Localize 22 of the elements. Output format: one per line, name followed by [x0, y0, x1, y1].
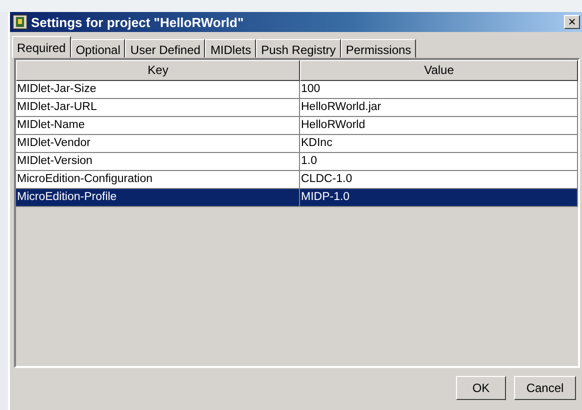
tab[interactable]: Required [12, 36, 71, 58]
table-cell: MicroEdition-Profile [16, 189, 300, 207]
app-icon [12, 14, 28, 30]
column-header[interactable]: Value [300, 60, 578, 81]
table-row[interactable]: MIDlet-Jar-URL HelloRWorld.jar [16, 99, 578, 117]
dialog-button[interactable]: OK [456, 376, 506, 400]
tab[interactable]: Push Registry [256, 39, 341, 58]
dialog-button[interactable]: Cancel [514, 376, 576, 400]
table-row[interactable]: MicroEdition-Configuration CLDC-1.0 [16, 171, 578, 189]
table-row[interactable]: MicroEdition-Profile MIDP-1.0 [16, 189, 578, 207]
tab[interactable]: Permissions [340, 39, 416, 58]
window-title: Settings for project "HelloRWorld" [31, 14, 245, 30]
tab[interactable]: Optional [70, 39, 126, 58]
close-button[interactable]: × [564, 15, 580, 29]
column-header[interactable]: Key [16, 60, 300, 81]
table-row[interactable]: MIDlet-Version 1.0 [16, 153, 578, 171]
table-row[interactable]: MIDlet-Name HelloRWorld [16, 117, 578, 135]
table-row[interactable]: MIDlet-Jar-Size 100 [16, 81, 578, 99]
table-row[interactable]: MIDlet-Vendor KDInc [16, 135, 578, 153]
tab[interactable]: User Defined [125, 39, 206, 58]
table-cell: MIDP-1.0 [300, 189, 578, 207]
tab[interactable]: MIDlets [205, 39, 256, 58]
